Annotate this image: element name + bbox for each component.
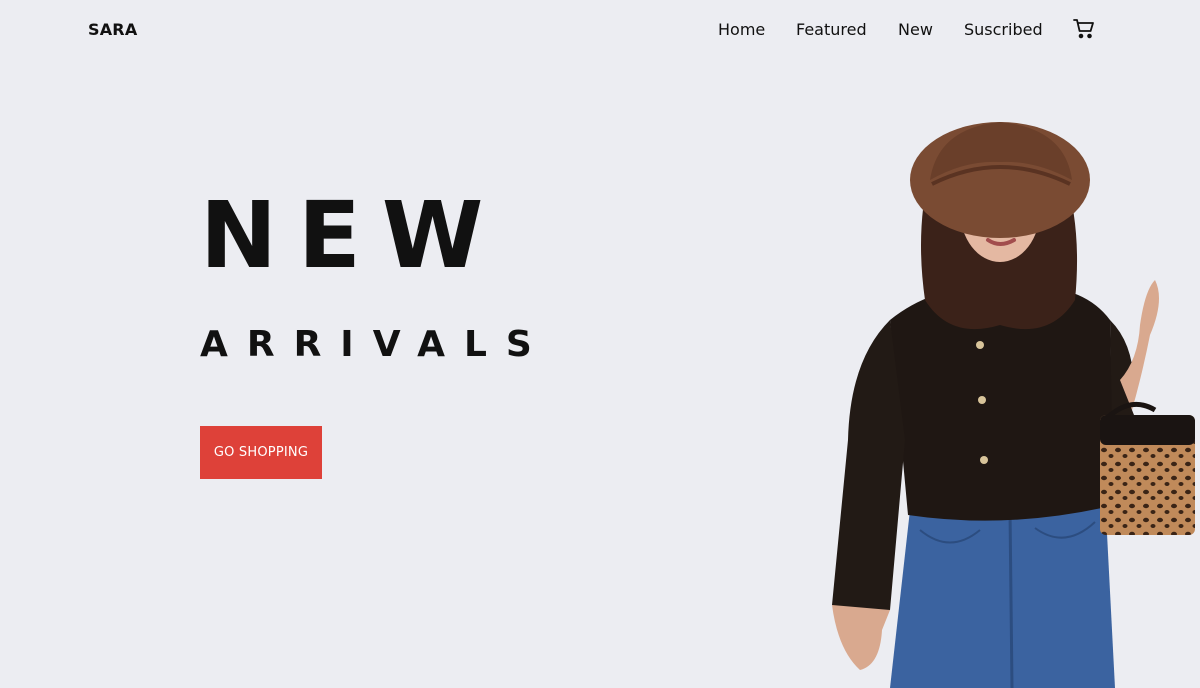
nav-item-featured[interactable]: Featured <box>796 20 867 39</box>
go-shopping-button[interactable]: GO SHOPPING <box>200 426 322 479</box>
hero-title: NEW <box>200 182 505 289</box>
landing-page: SARA Home Featured New Suscribed NEW ARR… <box>0 0 1200 688</box>
shopping-cart-icon[interactable] <box>1073 18 1095 40</box>
nav-item-suscribed[interactable]: Suscribed <box>964 20 1043 39</box>
hero-subtitle: ARRIVALS <box>200 324 551 365</box>
model-image <box>820 110 1200 688</box>
nav-item-home[interactable]: Home <box>718 20 765 39</box>
nav-item-new[interactable]: New <box>898 20 933 39</box>
brand-logo[interactable]: SARA <box>88 20 137 39</box>
